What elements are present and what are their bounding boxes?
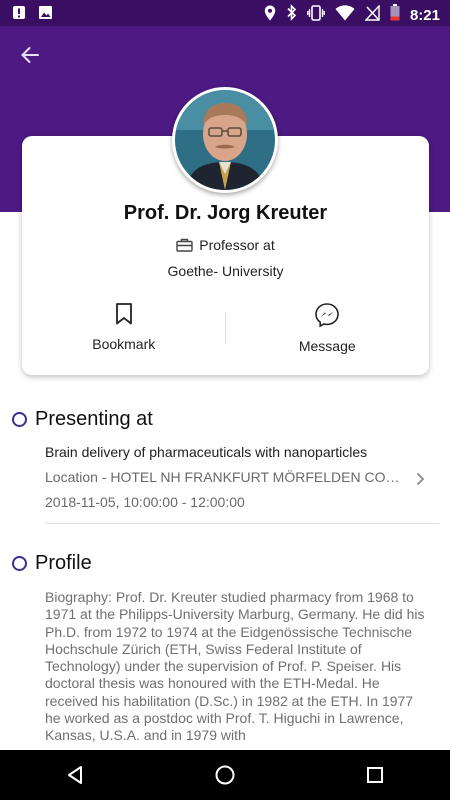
speaker-title-row: Professor at — [22, 237, 429, 253]
briefcase-icon — [176, 238, 193, 252]
section-bullet-icon — [12, 412, 27, 427]
session-item[interactable]: Brain delivery of pharmaceuticals with n… — [45, 444, 439, 524]
location-icon — [264, 5, 276, 26]
speaker-name: Prof. Dr. Jorg Kreuter — [123, 202, 328, 224]
chevron-right-icon — [416, 472, 425, 486]
profile-actions: Bookmark Message — [22, 302, 429, 362]
clock: 8:21 — [409, 6, 440, 24]
vibrate-icon — [307, 4, 325, 26]
speaker-avatar — [172, 87, 278, 193]
presenting-section-header: Presenting at — [12, 408, 153, 431]
nav-back-button[interactable] — [45, 750, 105, 800]
recents-square-icon — [367, 767, 383, 783]
nav-home-button[interactable] — [195, 750, 255, 800]
biography-text: Biography: Prof. Dr. Kreuter studied pha… — [45, 589, 425, 744]
system-navigation-bar — [0, 750, 450, 800]
messenger-icon — [315, 303, 340, 328]
section-bullet-icon — [12, 556, 27, 571]
speaker-organization: Goethe- University — [167, 263, 284, 279]
message-button[interactable]: Message — [226, 302, 430, 362]
home-circle-icon — [215, 765, 235, 785]
bookmark-icon — [115, 303, 132, 325]
wifi-icon — [335, 4, 355, 26]
back-button[interactable] — [12, 40, 48, 70]
speaker-title: Professor at — [199, 237, 275, 253]
no-sim-icon — [364, 3, 380, 26]
profile-section-header: Profile — [12, 552, 92, 575]
bookmark-label: Bookmark — [92, 336, 156, 352]
session-time: 2018-11-05, 10:00:00 - 12:00:00 — [45, 494, 245, 510]
bluetooth-icon — [286, 4, 297, 26]
bookmark-button[interactable]: Bookmark — [22, 302, 226, 362]
nav-recents-button[interactable] — [345, 750, 405, 800]
notification-icon — [12, 5, 26, 25]
back-triangle-icon — [68, 766, 82, 784]
presenting-heading: Presenting at — [35, 408, 153, 430]
battery-low-icon — [390, 4, 400, 26]
actions-divider — [225, 312, 226, 344]
image-icon — [38, 5, 53, 25]
session-title: Brain delivery of pharmaceuticals with n… — [45, 444, 368, 460]
status-bar: 8:21 — [0, 0, 450, 26]
back-arrow-icon — [21, 47, 39, 63]
profile-heading: Profile — [35, 552, 92, 574]
speaker-photo — [175, 90, 275, 190]
message-label: Message — [298, 338, 356, 354]
session-location: Location - HOTEL NH FRANKFURT MÖRFELDEN … — [45, 469, 407, 485]
